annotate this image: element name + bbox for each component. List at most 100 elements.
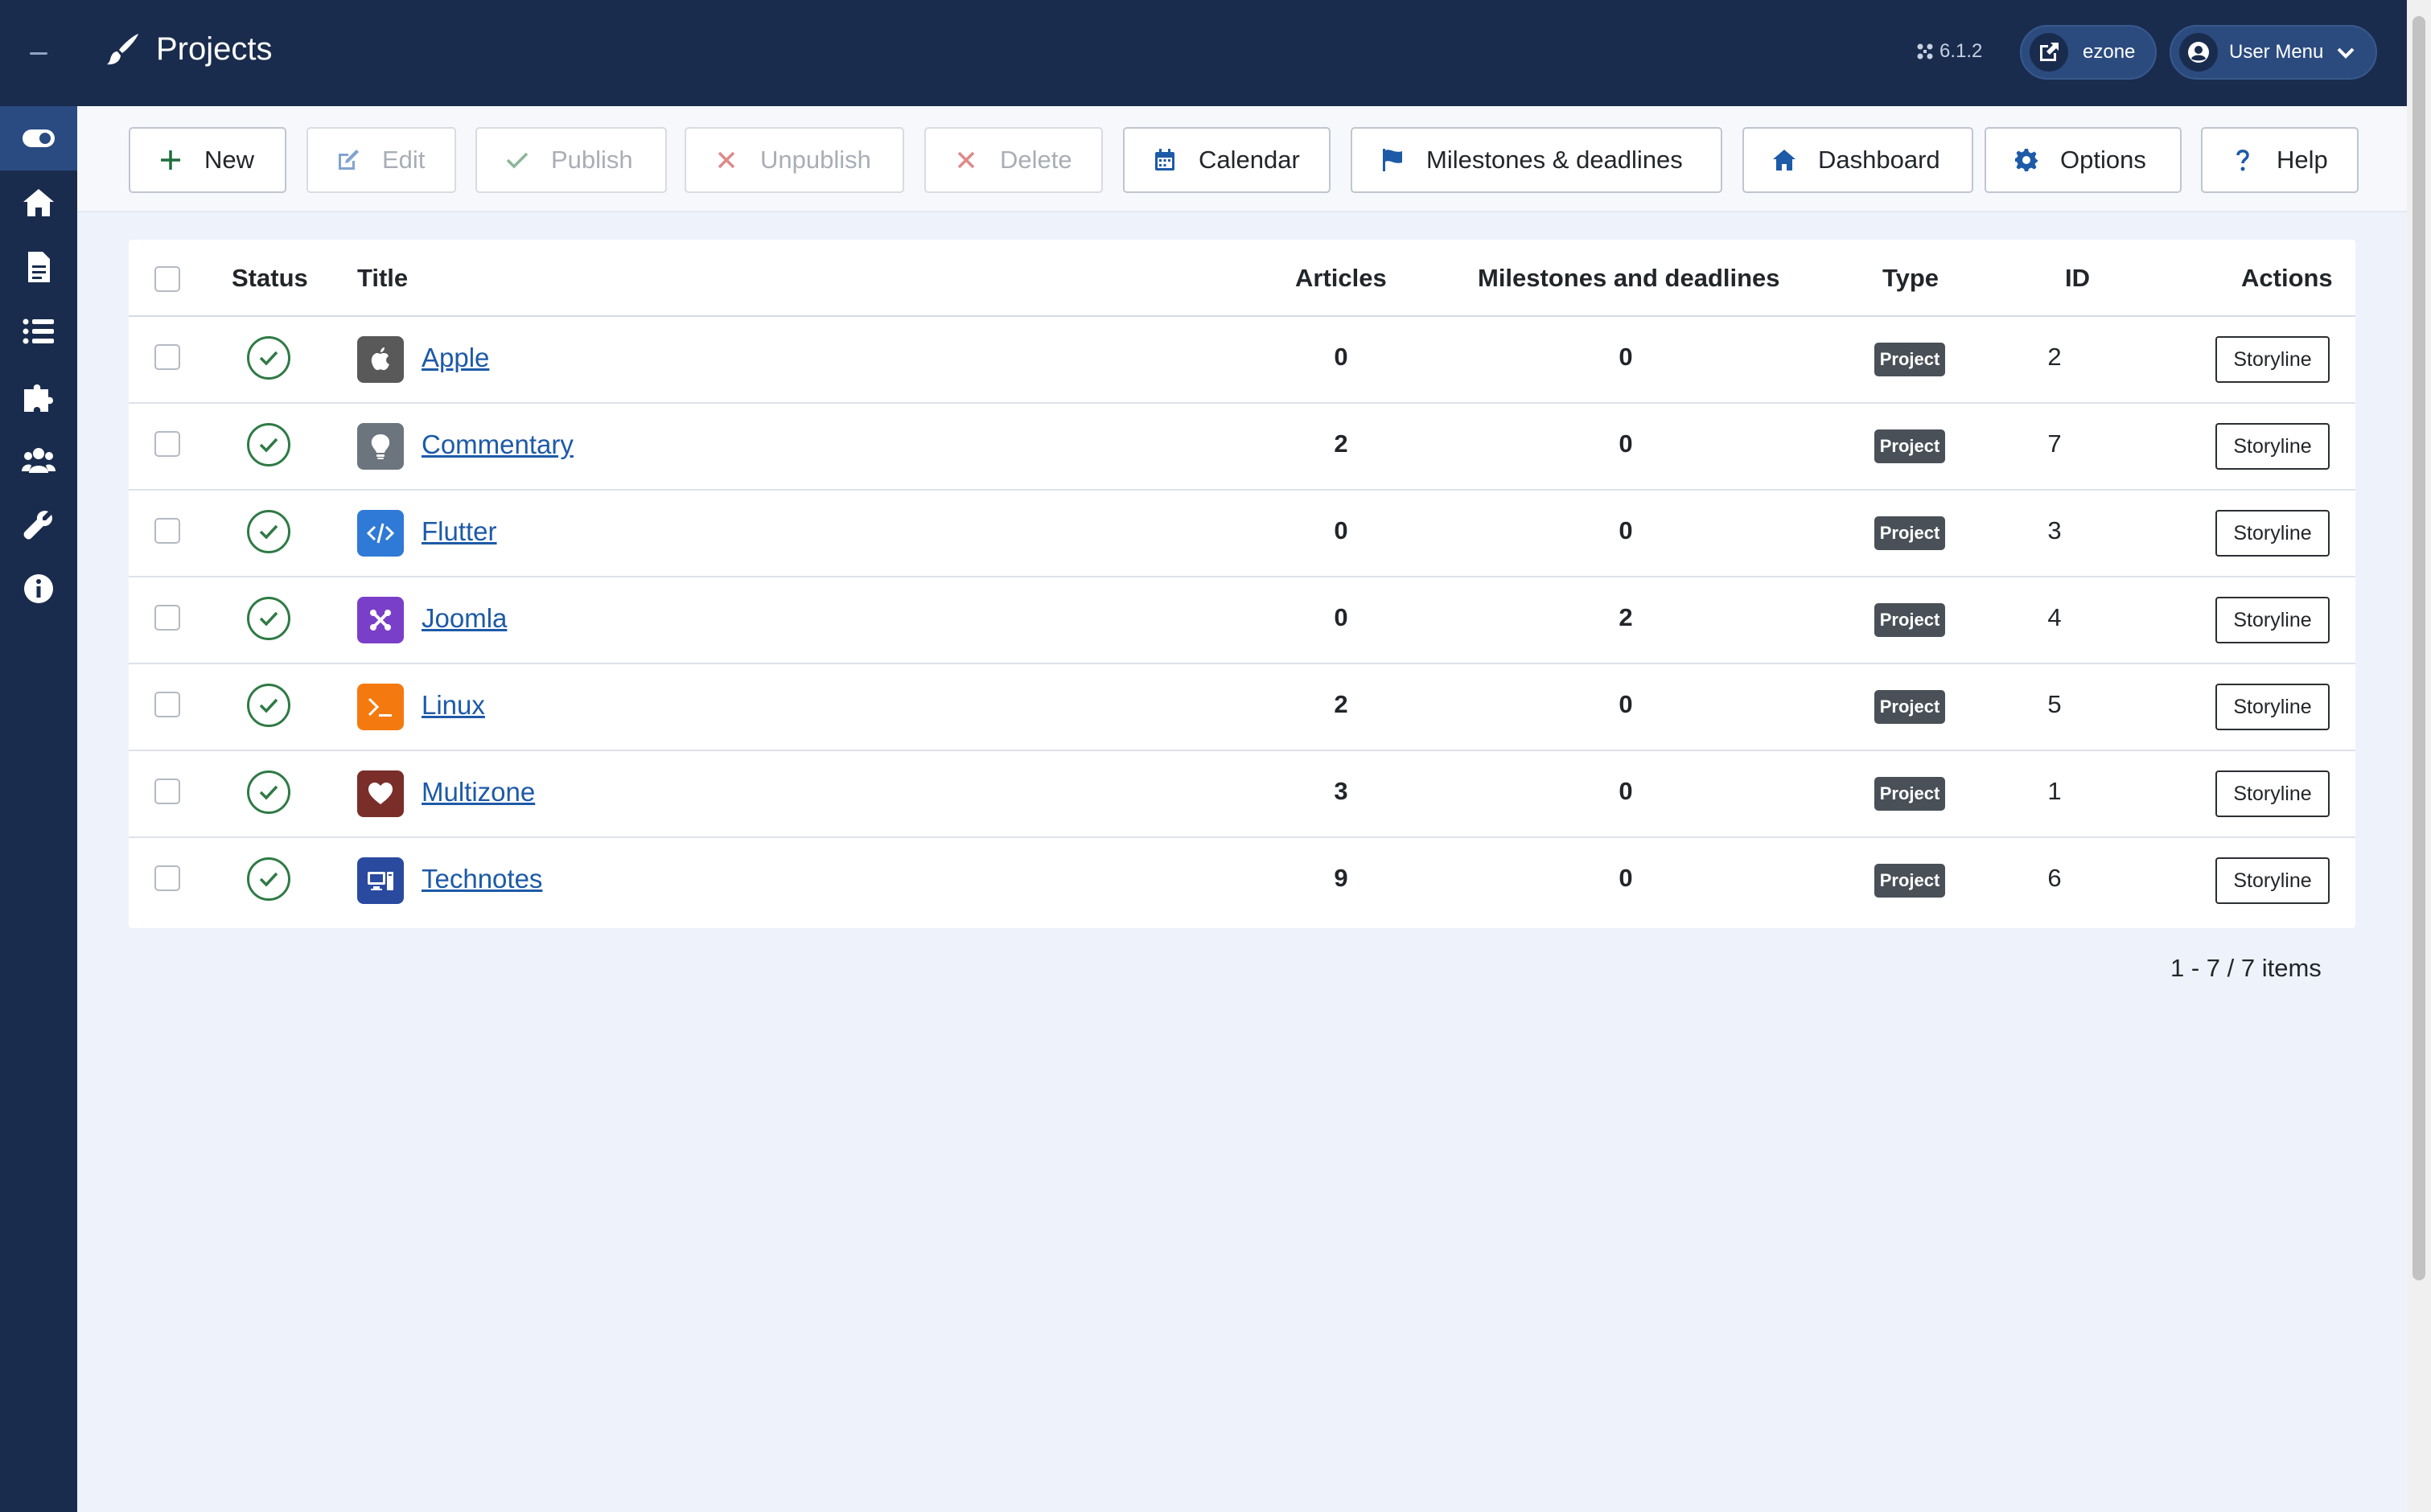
toolbar: New Edit Publish Unpublish Delete Calend…: [77, 106, 2407, 212]
project-id: 4: [2047, 603, 2062, 631]
delete-button[interactable]: Delete: [924, 127, 1103, 193]
project-icon: [357, 423, 404, 470]
row-checkbox[interactable]: [154, 344, 180, 370]
articles-count: 0: [1334, 343, 1348, 371]
published-status-button[interactable]: [247, 510, 290, 553]
column-header-title[interactable]: Title: [357, 264, 408, 293]
milestones-count: 2: [1619, 603, 1633, 631]
table-row: Joomla 0 2 Project 4 Storyline: [129, 577, 2355, 664]
row-checkbox[interactable]: [154, 865, 180, 891]
joomla-icon: [370, 610, 391, 631]
storyline-button[interactable]: Storyline: [2215, 336, 2330, 383]
column-header-milestones[interactable]: Milestones and deadlines: [1478, 264, 1780, 293]
type-badge: Project: [1874, 516, 1945, 550]
column-header-status[interactable]: Status: [232, 264, 308, 293]
table-row: Linux 2 0 Project 5 Storyline: [129, 664, 2355, 751]
sidebar-item-home[interactable]: [0, 171, 77, 235]
project-title-link[interactable]: Linux: [422, 690, 485, 721]
project-title-link[interactable]: Commentary: [422, 429, 574, 460]
help-button[interactable]: Help: [2201, 127, 2359, 193]
sidebar-item-info[interactable]: [0, 557, 77, 621]
project-icon: [357, 770, 404, 817]
close-icon: [718, 151, 735, 169]
new-button[interactable]: New: [129, 127, 286, 193]
project-title-link[interactable]: Technotes: [422, 864, 542, 894]
flag-icon: [1383, 149, 1402, 171]
project-icon: [357, 684, 404, 730]
published-status-button[interactable]: [247, 684, 290, 727]
milestones-button[interactable]: Milestones & deadlines: [1351, 127, 1722, 193]
row-checkbox[interactable]: [154, 779, 180, 804]
terminal-icon: [368, 697, 392, 717]
sidebar-item-articles[interactable]: [0, 235, 77, 299]
sidebar-item-extensions[interactable]: [0, 364, 77, 428]
list-icon: [23, 318, 54, 344]
project-id: 5: [2047, 690, 2062, 718]
storyline-button[interactable]: Storyline: [2215, 423, 2330, 470]
table-row: Multizone 3 0 Project 1 Storyline: [129, 751, 2355, 838]
projects-table: Status Title Articles Milestones and dea…: [129, 240, 2355, 928]
storyline-button[interactable]: Storyline: [2215, 684, 2330, 730]
options-button[interactable]: Options: [1985, 127, 2182, 193]
check-icon: [259, 785, 278, 800]
sidebar-item-users[interactable]: [0, 428, 77, 492]
select-all-checkbox[interactable]: [154, 266, 180, 292]
user-icon: [2188, 42, 2209, 63]
row-checkbox[interactable]: [154, 605, 180, 631]
articles-count: 9: [1334, 864, 1348, 892]
apple-icon: [371, 347, 389, 371]
sidebar-item-system[interactable]: [0, 492, 77, 557]
project-title-link[interactable]: Flutter: [422, 516, 497, 547]
info-icon: [24, 574, 53, 603]
project-id: 2: [2047, 343, 2062, 371]
storyline-button[interactable]: Storyline: [2215, 770, 2330, 817]
scrollbar-thumb[interactable]: [2412, 16, 2425, 1280]
project-title-link[interactable]: Apple: [422, 343, 489, 373]
column-header-id[interactable]: ID: [2065, 264, 2090, 293]
project-title-link[interactable]: Joomla: [422, 603, 507, 634]
calendar-button[interactable]: Calendar: [1123, 127, 1331, 193]
puzzle-icon: [24, 384, 53, 412]
storyline-button[interactable]: Storyline: [2215, 857, 2330, 904]
milestones-count: 0: [1619, 864, 1633, 892]
pagination-summary: 1 - 7 / 7 items: [2170, 954, 2322, 982]
calendar-icon: [1155, 149, 1174, 171]
table-header: Status Title Articles Milestones and dea…: [129, 240, 2355, 317]
sidebar-item-list[interactable]: [0, 299, 77, 364]
row-checkbox[interactable]: [154, 692, 180, 717]
plus-icon: [161, 150, 180, 170]
project-icon: [357, 336, 404, 383]
storyline-button[interactable]: Storyline: [2215, 597, 2330, 643]
sidebar-toggle-button[interactable]: [0, 0, 77, 106]
published-status-button[interactable]: [247, 423, 290, 466]
check-icon: [259, 524, 278, 540]
site-link-button[interactable]: ezone: [2020, 25, 2157, 80]
articles-count: 0: [1334, 516, 1348, 544]
question-icon: [2236, 150, 2249, 171]
row-checkbox[interactable]: [154, 431, 180, 457]
check-icon: [259, 698, 278, 713]
unpublish-button[interactable]: Unpublish: [685, 127, 904, 193]
column-header-type[interactable]: Type: [1882, 264, 1939, 293]
articles-count: 0: [1334, 603, 1348, 631]
toggle-icon: [23, 129, 55, 147]
page-title-text: Projects: [156, 31, 273, 67]
page-title: Projects: [105, 31, 273, 68]
column-header-articles[interactable]: Articles: [1295, 264, 1387, 293]
sidebar-item-toggle[interactable]: [0, 106, 77, 171]
users-icon: [22, 448, 56, 473]
project-title-link[interactable]: Multizone: [422, 777, 535, 807]
publish-button[interactable]: Publish: [475, 127, 667, 193]
user-menu-button[interactable]: User Menu: [2170, 25, 2377, 80]
storyline-button[interactable]: Storyline: [2215, 510, 2330, 557]
dashboard-button[interactable]: Dashboard: [1742, 127, 1973, 193]
published-status-button[interactable]: [247, 597, 290, 640]
published-status-button[interactable]: [247, 336, 290, 380]
project-id: 3: [2047, 516, 2062, 544]
row-checkbox[interactable]: [154, 518, 180, 544]
published-status-button[interactable]: [247, 770, 290, 814]
published-status-button[interactable]: [247, 857, 290, 901]
column-header-actions: Actions: [2241, 264, 2333, 292]
check-icon: [259, 351, 278, 366]
edit-button[interactable]: Edit: [306, 127, 456, 193]
